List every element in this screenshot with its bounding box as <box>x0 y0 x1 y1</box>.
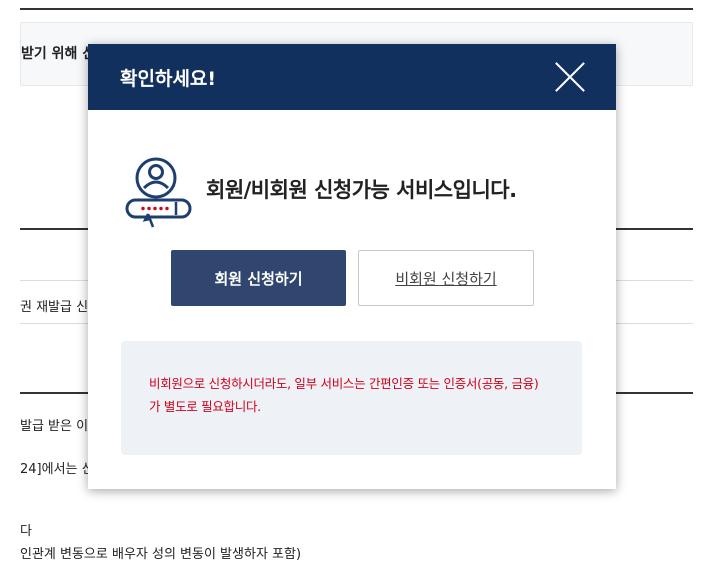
dialog-header: 확인하세요! <box>88 44 616 110</box>
list-item: 인관계 변동으로 배우자 성의 변동이 발생하자 포함) <box>20 547 302 562</box>
nonmember-apply-button[interactable]: 비회원 신청하기 <box>358 250 534 306</box>
dialog-title: 확인하세요! <box>120 68 217 90</box>
divider <box>20 8 693 10</box>
confirm-dialog: 확인하세요! 회원/비회원 신청가능 서비스입니다. 회원 신청하기 비회원 신… <box>88 44 616 489</box>
member-apply-button[interactable]: 회원 신청하기 <box>171 250 346 306</box>
service-message: 회원/비회원 신청가능 서비스입니다. <box>206 178 517 202</box>
notice-line-2: 가 별도로 필요합니다. <box>149 399 261 414</box>
member-service-icon <box>125 157 192 228</box>
list-item: 24]에서는 신 <box>20 462 94 477</box>
notice-text: 비회원으로 신청하시더라도, 일부 서비스는 간편인증 또는 인증서(공동, 금… <box>149 372 564 418</box>
notice-box: 비회원으로 신청하시더라도, 일부 서비스는 간편인증 또는 인증서(공동, 금… <box>121 341 582 455</box>
notice-line-1: 비회원으로 신청하시더라도, 일부 서비스는 간편인증 또는 인증서(공동, 금… <box>149 376 539 391</box>
close-icon[interactable] <box>554 61 586 93</box>
info-box-text: 받기 위해 신 <box>21 46 96 62</box>
list-item: 다 <box>20 524 32 539</box>
